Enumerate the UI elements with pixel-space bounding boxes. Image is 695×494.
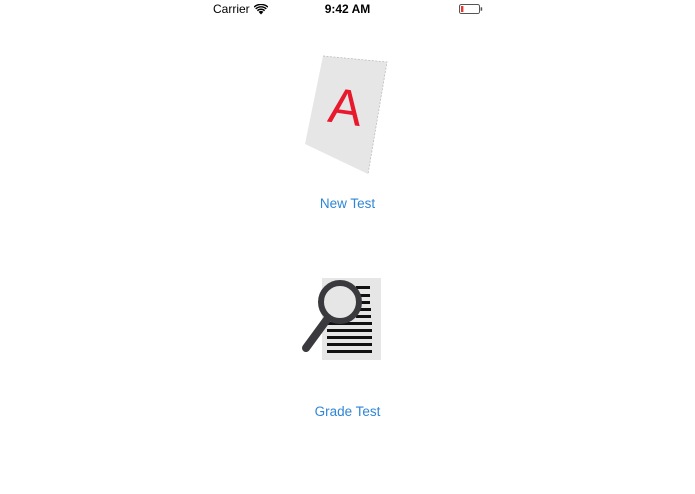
new-test-button[interactable]: New Test — [0, 196, 695, 212]
home-screen: Carrier 9:42 AM A New Test Grade Test — [0, 0, 695, 494]
magnifier-document-icon[interactable] — [300, 276, 384, 362]
battery-low-icon — [459, 4, 483, 14]
grade-test-button[interactable]: Grade Test — [0, 404, 695, 420]
status-bar: Carrier 9:42 AM — [0, 0, 695, 20]
status-time: 9:42 AM — [324, 2, 371, 16]
graded-paper-icon[interactable]: A — [302, 54, 390, 178]
